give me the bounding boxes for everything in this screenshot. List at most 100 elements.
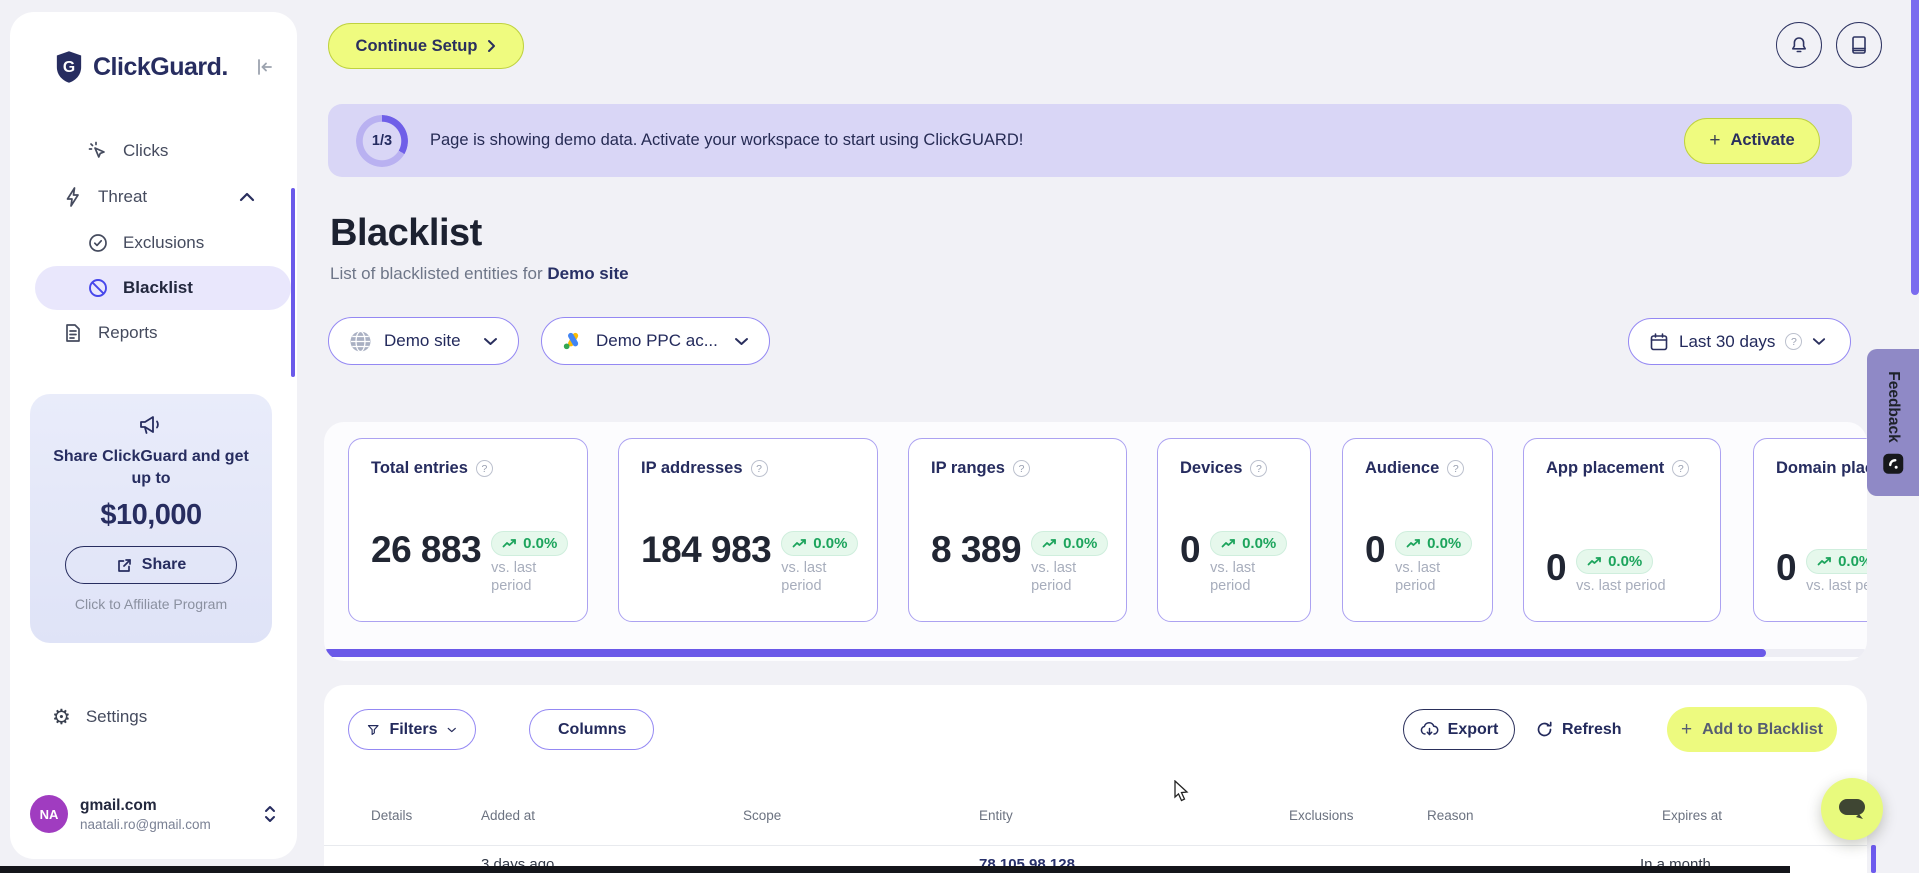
subtitle-text: List of blacklisted entities for	[330, 264, 543, 283]
stat-card-title: App placement	[1546, 459, 1665, 477]
refresh-label: Refresh	[1562, 720, 1622, 738]
funnel-icon	[367, 724, 379, 735]
stat-card-value: 26 883	[371, 528, 482, 570]
add-to-blacklist-button[interactable]: + Add to Blacklist	[1667, 707, 1837, 752]
share-button-label: Share	[141, 556, 187, 574]
share-button[interactable]: Share	[65, 546, 237, 585]
column-header[interactable]: Expires at	[1662, 808, 1722, 823]
refresh-button[interactable]: Refresh	[1536, 709, 1622, 750]
trend-note: vs. last period	[491, 559, 537, 594]
stat-card: Total entries ? 26 883 0.0% vs. last per…	[348, 438, 588, 622]
trend-value: 0.0%	[1427, 534, 1462, 552]
add-to-blacklist-label: Add to Blacklist	[1702, 720, 1823, 738]
sidebar-item-exclusions[interactable]: Exclusions	[10, 220, 297, 266]
continue-setup-button[interactable]: Continue Setup	[328, 23, 524, 69]
date-range-label: Last 30 days	[1679, 331, 1776, 351]
activate-button[interactable]: + Activate	[1684, 117, 1820, 164]
plus-icon: +	[1709, 130, 1721, 151]
export-button[interactable]: Export	[1403, 709, 1515, 750]
help-icon[interactable]: ?	[1012, 460, 1030, 477]
help-icon[interactable]: ?	[475, 460, 493, 477]
badge-check-icon	[89, 234, 107, 252]
stat-card-title: IP ranges	[931, 459, 1005, 477]
stat-card-title: Domain placement	[1776, 459, 1867, 477]
trend-up-icon	[1042, 538, 1056, 548]
brand-name: ClickGuard.	[93, 52, 228, 81]
filters-button[interactable]: Filters	[348, 709, 476, 750]
ban-icon	[89, 279, 107, 297]
trend-note: vs. last period	[1576, 577, 1666, 594]
cards-hscrollbar-thumb[interactable]	[324, 649, 1766, 657]
help-icon[interactable]: ?	[750, 460, 768, 477]
column-header[interactable]: Scope	[743, 808, 781, 823]
clickguard-shield-icon: G	[56, 51, 82, 83]
sidebar-item-reports[interactable]: Reports	[10, 310, 297, 356]
trend-up-icon	[792, 538, 807, 548]
stat-card: Audience ? 0 0.0% vs. last period	[1342, 438, 1493, 622]
stat-card-title: IP addresses	[641, 459, 743, 477]
column-header[interactable]: Details	[371, 808, 412, 823]
sidebar-item-clicks[interactable]: Clicks	[10, 128, 297, 174]
megaphone-icon	[140, 416, 159, 434]
stat-card-value: 184 983	[641, 528, 772, 570]
help-icon: ?	[1785, 333, 1803, 350]
trend-note: vs. last period	[1395, 559, 1441, 594]
logo: G ClickGuard.	[10, 12, 297, 84]
column-header[interactable]: Reason	[1427, 808, 1474, 823]
stat-card-value: 0	[1546, 546, 1567, 588]
avatar: NA	[30, 795, 68, 833]
help-icon[interactable]: ?	[1447, 460, 1465, 477]
stat-card-title: Total entries	[371, 459, 468, 477]
column-header[interactable]: Added at	[481, 808, 535, 823]
trend-up-icon	[1406, 538, 1420, 548]
column-header[interactable]: Exclusions	[1289, 808, 1354, 823]
trend-up-icon	[1221, 538, 1235, 548]
site-selector-label: Demo site	[384, 331, 461, 350]
feedback-tab[interactable]: Feedback	[1867, 349, 1919, 496]
column-header[interactable]: Entity	[979, 808, 1013, 823]
trend-note: vs. last period	[1031, 559, 1077, 594]
sidebar-item-settings[interactable]: ⚙ Settings	[10, 695, 297, 739]
chevron-right-icon	[488, 40, 496, 52]
lightning-icon	[66, 187, 79, 207]
table-vscrollbar-thumb[interactable]	[1871, 845, 1876, 873]
ppc-account-selector[interactable]: Demo PPC ac...	[541, 317, 770, 365]
sidebar-scrollbar-thumb[interactable]	[291, 188, 295, 377]
stat-card-title: Audience	[1365, 459, 1440, 477]
window-scrollbar-thumb[interactable]	[1911, 0, 1919, 295]
trend-note: vs. last period	[781, 559, 827, 594]
globe-icon	[350, 330, 371, 352]
document-icon	[66, 324, 80, 342]
trend-up-icon	[502, 538, 517, 548]
chevron-up-icon	[239, 192, 255, 202]
notifications-button[interactable]	[1776, 22, 1822, 68]
docs-button[interactable]	[1836, 22, 1882, 68]
promo-text: Share ClickGuard and get up to	[53, 448, 249, 487]
columns-button[interactable]: Columns	[529, 709, 654, 750]
sidebar: G ClickGuard. Clicks Threat Exclusions B…	[10, 12, 297, 859]
chevron-down-icon	[1813, 338, 1826, 345]
date-range-selector[interactable]: Last 30 days ?	[1628, 318, 1851, 365]
subtitle-site-name: Demo site	[547, 264, 629, 283]
table-header-divider	[324, 845, 1867, 846]
stat-card: Devices ? 0 0.0% vs. last period	[1157, 438, 1311, 622]
trend-value: 0.0%	[1608, 552, 1643, 570]
sidebar-item-threat[interactable]: Threat	[10, 174, 297, 220]
trend-note: vs. last period	[1806, 577, 1867, 594]
account-switcher[interactable]: NA gmail.com naatali.ro@gmail.com	[30, 786, 277, 842]
site-selector[interactable]: Demo site	[328, 317, 519, 365]
affiliate-promo-card[interactable]: Share ClickGuard and get up to $10,000 S…	[30, 394, 272, 643]
stat-card: IP ranges ? 8 389 0.0% vs. last period	[908, 438, 1127, 622]
trend-value: 0.0%	[813, 534, 848, 552]
collapse-sidebar-icon[interactable]	[255, 58, 275, 76]
trend-badge: 0.0%	[1031, 530, 1109, 556]
cursor-click-icon	[88, 141, 105, 158]
stat-card: IP addresses ? 184 983 0.0% vs. last per…	[618, 438, 878, 622]
feedback-label: Feedback	[1885, 371, 1903, 443]
chat-widget-button[interactable]	[1821, 778, 1883, 840]
help-icon[interactable]: ?	[1250, 460, 1268, 477]
trend-up-icon	[1587, 556, 1601, 566]
help-icon[interactable]: ?	[1672, 460, 1690, 477]
sidebar-item-blacklist[interactable]: Blacklist	[35, 266, 291, 310]
blacklist-table-panel: Filters Columns Export Refresh + Add to …	[324, 685, 1867, 873]
